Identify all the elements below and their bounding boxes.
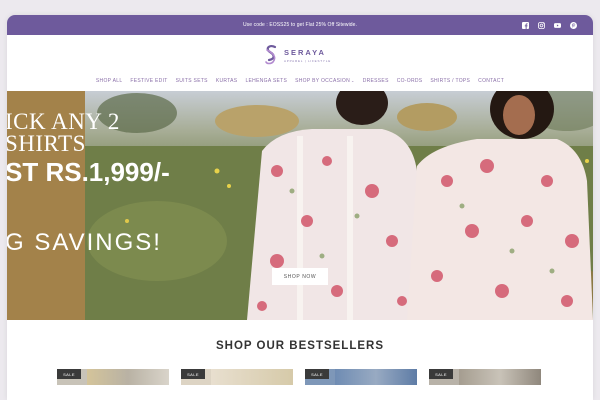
shop-now-button[interactable]: SHOP NOW — [272, 268, 328, 285]
hero-headline-2: SHIRTS — [7, 131, 86, 156]
announcement-text: Use code : EOSS25 to get Flat 25% Off Si… — [242, 22, 358, 28]
sale-badge: SALE — [429, 369, 453, 379]
nav-dresses[interactable]: DRESSES — [363, 78, 389, 84]
facebook-icon[interactable] — [522, 21, 529, 29]
product-card[interactable]: SALE — [429, 369, 541, 385]
product-image — [87, 369, 169, 385]
nav-contact[interactable]: CONTACT — [478, 78, 504, 84]
pinterest-icon[interactable] — [570, 21, 577, 29]
nav-kurtas[interactable]: KURTAS — [216, 78, 238, 84]
nav-shop-by-occasion-label: SHOP BY OCCASION — [295, 78, 351, 84]
brand-logo[interactable]: SERAYA APPAREL | LIFESTYLE — [263, 43, 331, 67]
product-image — [335, 369, 417, 385]
main-nav: SHOP ALL FESTIVE EDIT SUITS SETS KURTAS … — [7, 75, 593, 87]
product-card[interactable]: SALE — [305, 369, 417, 385]
browser-page: Use code : EOSS25 to get Flat 25% Off Si… — [7, 15, 593, 400]
hero-price: ST RS.1,999/- — [7, 157, 170, 187]
brand-tagline: APPAREL | LIFESTYLE — [284, 58, 331, 63]
announcement-bar: Use code : EOSS25 to get Flat 25% Off Si… — [7, 15, 593, 35]
sale-badge: SALE — [181, 369, 205, 379]
bestsellers-heading: SHOP OUR BESTSELLERS — [215, 340, 385, 352]
nav-shirts-tops[interactable]: SHIRTS / TOPS — [430, 78, 470, 84]
instagram-icon[interactable] — [538, 21, 545, 29]
chevron-down-icon: ⌄ — [351, 78, 355, 83]
nav-suits-sets[interactable]: SUITS SETS — [176, 78, 208, 84]
youtube-icon[interactable] — [554, 22, 561, 29]
seraya-logo-icon — [265, 44, 277, 65]
hero-banner: ICK ANY 2 SHIRTS ST RS.1,999/- G SAVINGS… — [7, 91, 593, 320]
nav-festive-edit[interactable]: FESTIVE EDIT — [130, 78, 167, 84]
hero-savings: G SAVINGS! — [7, 229, 162, 256]
sale-badge: SALE — [57, 369, 81, 379]
product-image — [211, 369, 293, 385]
product-card[interactable]: SALE — [181, 369, 293, 385]
nav-shop-by-occasion[interactable]: SHOP BY OCCASION⌄ — [295, 78, 355, 84]
product-image — [459, 369, 541, 385]
social-links — [522, 15, 577, 35]
sale-badge: SALE — [305, 369, 329, 379]
nav-shop-all[interactable]: SHOP ALL — [96, 78, 123, 84]
brand-name: SERAYA — [284, 47, 326, 57]
product-card[interactable]: SALE — [57, 369, 169, 385]
nav-lehenga-sets[interactable]: LEHENGA SETS — [245, 78, 287, 84]
nav-co-ords[interactable]: CO-ORDS — [397, 78, 423, 84]
